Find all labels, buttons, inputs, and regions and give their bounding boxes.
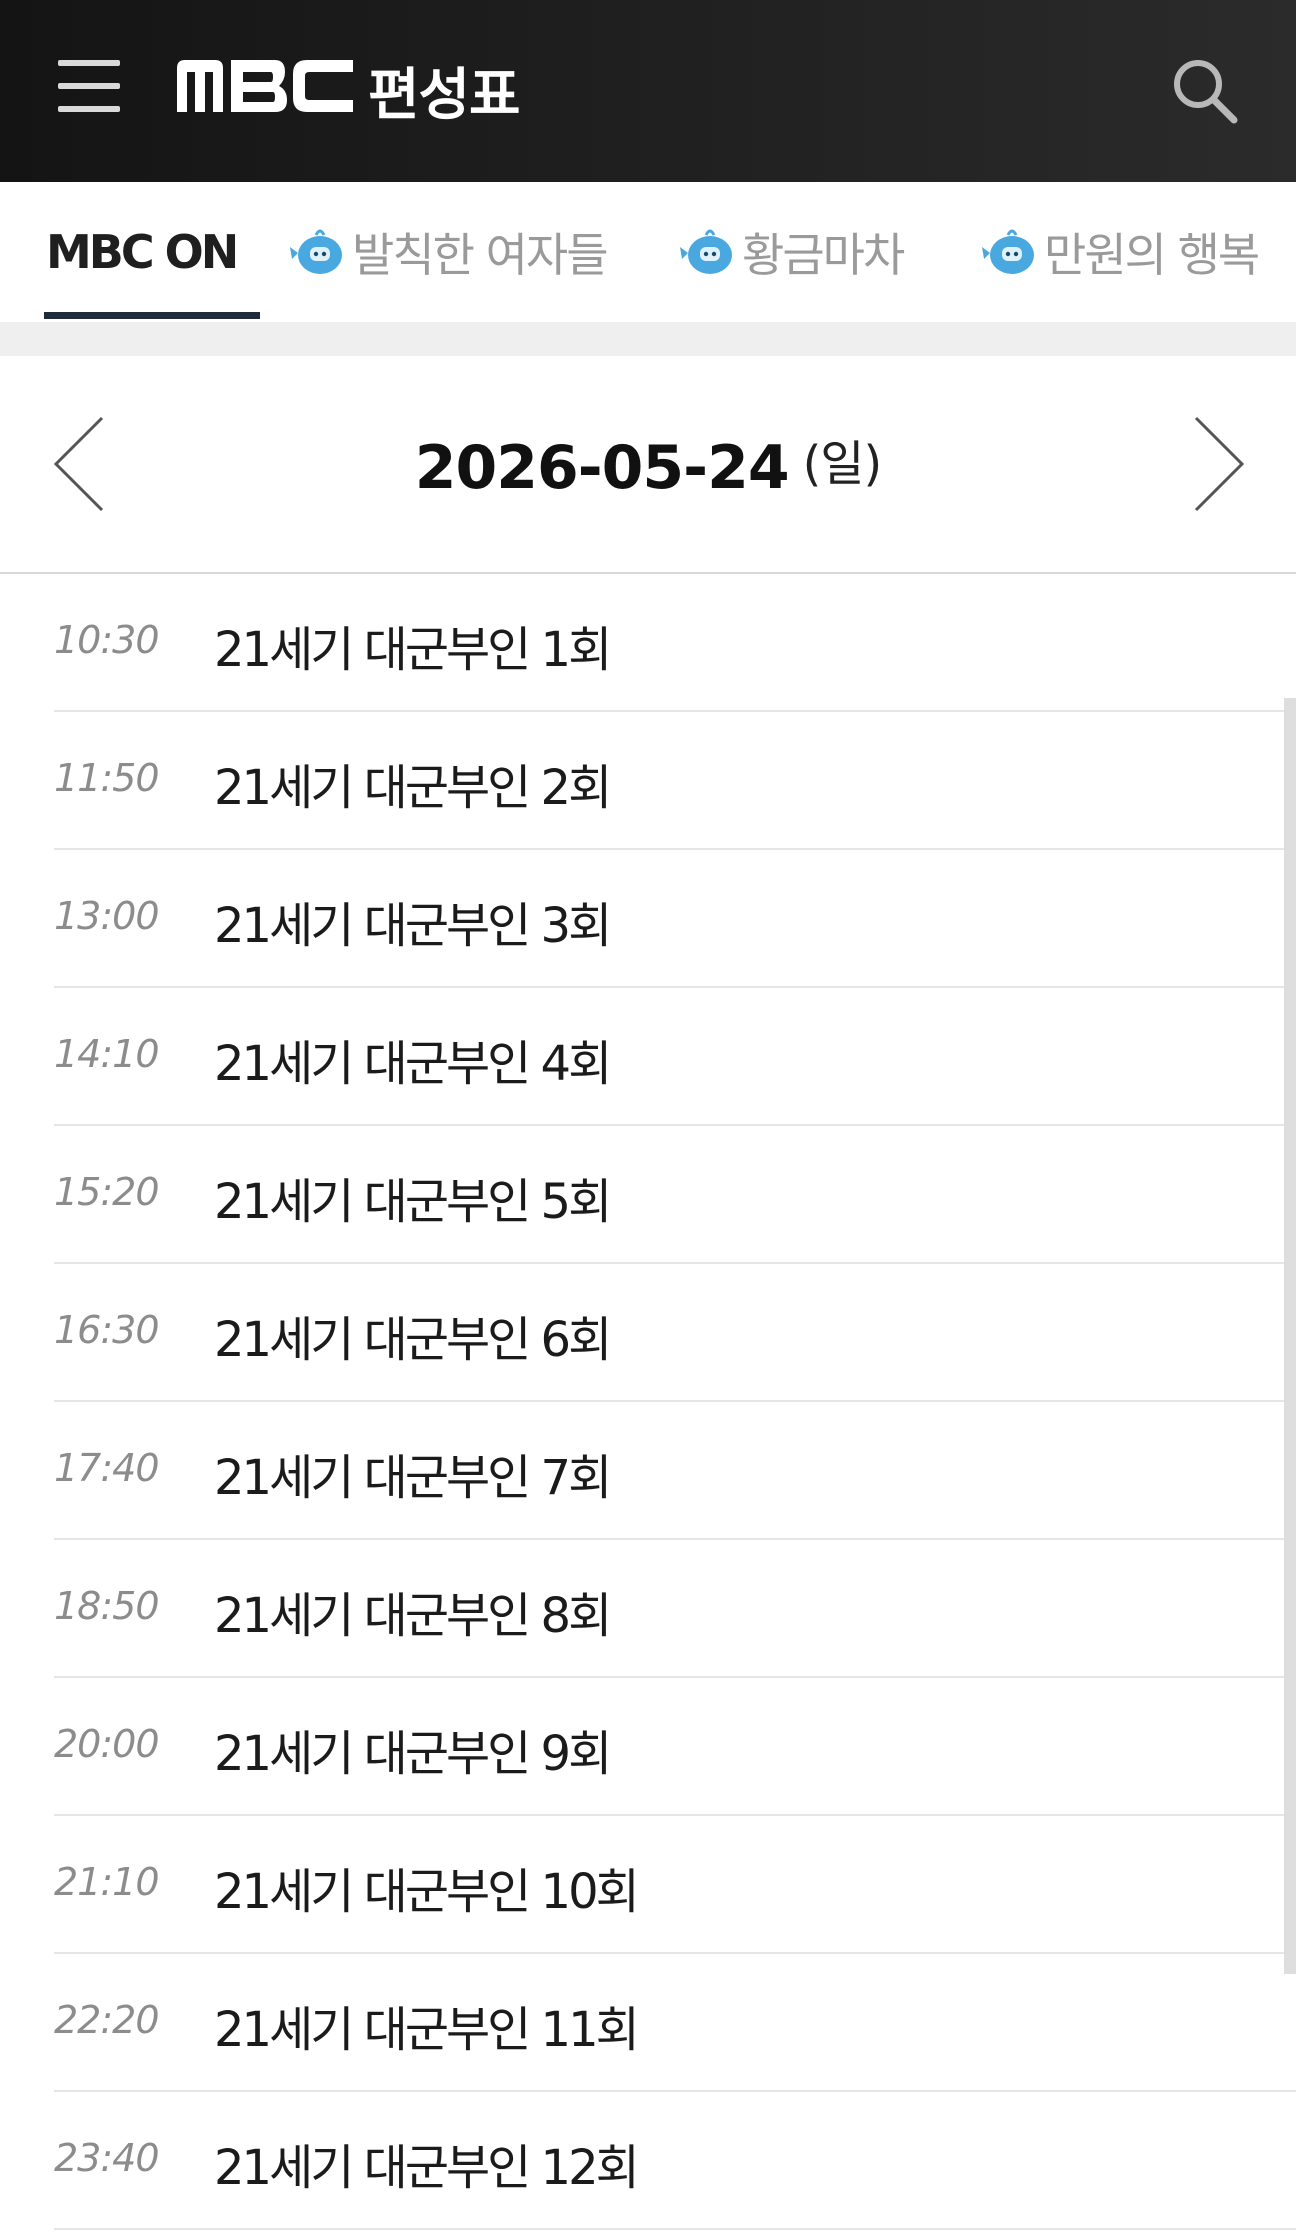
date-value: 2026-05-24 (414, 433, 790, 503)
schedule-row[interactable]: 20:00 21세기 대군부인 9회 (54, 1678, 1296, 1816)
program-title: 21세기 대군부인 2회 (214, 760, 612, 816)
program-title: 21세기 대군부인 11회 (214, 2002, 640, 2058)
mbc-logo[interactable] (175, 58, 355, 114)
mascot-icon (680, 229, 732, 274)
current-date: 2026-05-24 (일) (0, 424, 1296, 503)
program-time: 21:10 (54, 1860, 160, 1904)
schedule-row[interactable]: 17:40 21세기 대군부인 7회 (54, 1402, 1296, 1540)
program-time: 13:00 (54, 894, 160, 938)
page-title: 편성표 (368, 63, 521, 128)
tab-balchikhan-yeojadeul[interactable]: 발칙한 여자들 (290, 182, 609, 322)
tab-label: 황금마차 (742, 228, 905, 282)
program-title: 21세기 대군부인 4회 (214, 1036, 612, 1092)
program-title: 21세기 대군부인 7회 (214, 1450, 612, 1506)
date-navigator: 2026-05-24 (일) (0, 356, 1296, 574)
app-header: 편성표 (0, 0, 1296, 182)
hamburger-menu-icon[interactable] (58, 58, 120, 114)
mascot-icon (982, 229, 1034, 274)
date-weekday: (일) (802, 436, 883, 492)
program-title: 21세기 대군부인 6회 (214, 1312, 612, 1368)
program-time: 10:30 (54, 618, 160, 662)
tab-label: MBC ON (46, 225, 239, 279)
schedule-row[interactable]: 14:10 21세기 대군부인 4회 (54, 988, 1296, 1126)
schedule-list: 10:30 21세기 대군부인 1회 11:50 21세기 대군부인 2회 13:00 2… (0, 574, 1296, 2230)
program-title: 21세기 대군부인 10회 (214, 1864, 640, 1920)
program-time: 15:20 (54, 1170, 160, 1214)
schedule-row[interactable]: 23:40 21세기 대군부인 12회 (54, 2092, 1296, 2230)
program-time: 23:40 (54, 2136, 160, 2180)
program-title: 21세기 대군부인 8회 (214, 1588, 612, 1644)
channel-tabs: MBC ON 발칙한 여자들 황금마차 만원의 행복 (0, 182, 1296, 322)
schedule-row[interactable]: 21:10 21세기 대군부인 10회 (54, 1816, 1296, 1954)
schedule-row[interactable]: 22:20 21세기 대군부인 11회 (54, 1954, 1296, 2092)
program-time: 20:00 (54, 1722, 160, 1766)
schedule-row[interactable]: 16:30 21세기 대군부인 6회 (54, 1264, 1296, 1402)
tab-hwanggeum-macha[interactable]: 황금마차 (680, 182, 905, 322)
section-divider (0, 322, 1296, 356)
program-time: 22:20 (54, 1998, 160, 2042)
program-time: 17:40 (54, 1446, 160, 1490)
tab-label: 만원의 행복 (1044, 228, 1260, 282)
schedule-row[interactable]: 13:00 21세기 대군부인 3회 (54, 850, 1296, 988)
program-title: 21세기 대군부인 3회 (214, 898, 612, 954)
program-title: 21세기 대군부인 9회 (214, 1726, 612, 1782)
program-time: 18:50 (54, 1584, 160, 1628)
schedule-row[interactable]: 15:20 21세기 대군부인 5회 (54, 1126, 1296, 1264)
active-tab-indicator (44, 312, 260, 319)
tab-manwon-ui-haengbok[interactable]: 만원의 행복 (982, 182, 1260, 322)
program-time: 11:50 (54, 756, 160, 800)
program-time: 16:30 (54, 1308, 160, 1352)
schedule-row[interactable]: 10:30 21세기 대군부인 1회 (54, 574, 1296, 712)
schedule-row[interactable]: 18:50 21세기 대군부인 8회 (54, 1540, 1296, 1678)
search-icon[interactable] (1170, 56, 1240, 126)
scrollbar[interactable] (1284, 698, 1296, 1974)
program-time: 14:10 (54, 1032, 160, 1076)
tab-label: 발칙한 여자들 (352, 228, 609, 282)
program-title: 21세기 대군부인 1회 (214, 622, 612, 678)
program-title: 21세기 대군부인 12회 (214, 2140, 640, 2196)
tab-mbc-on[interactable]: MBC ON (46, 182, 239, 322)
program-title: 21세기 대군부인 5회 (214, 1174, 612, 1230)
chevron-right-icon[interactable] (1190, 414, 1246, 514)
mascot-icon (290, 229, 342, 274)
schedule-row[interactable]: 11:50 21세기 대군부인 2회 (54, 712, 1296, 850)
